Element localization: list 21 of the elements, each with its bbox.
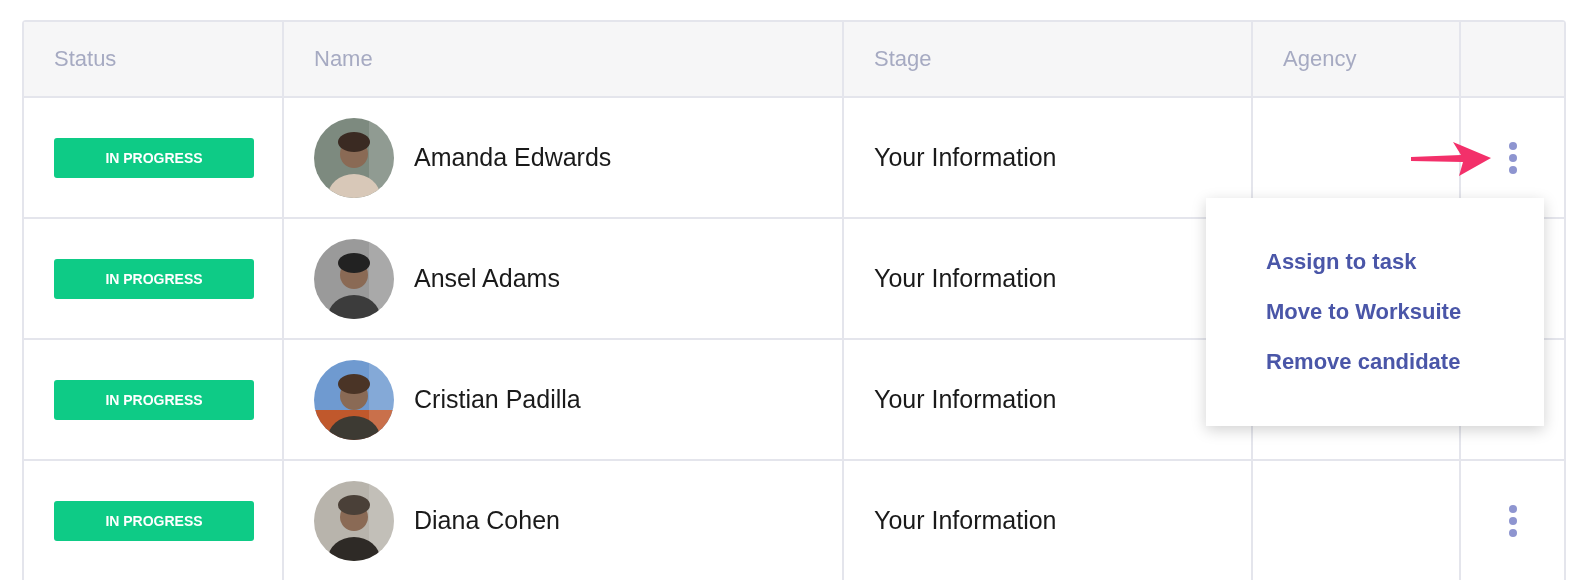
menu-item[interactable]: Assign to task xyxy=(1266,249,1544,275)
column-header: Name xyxy=(314,46,373,72)
status-badge: IN PROGRESS xyxy=(54,379,254,420)
candidate-name: Diana Cohen xyxy=(414,506,560,535)
more-options-icon[interactable] xyxy=(1507,503,1518,538)
status-badge: IN PROGRESS xyxy=(54,137,254,178)
stage-text: Your Information xyxy=(874,143,1057,172)
menu-item[interactable]: Move to Worksuite xyxy=(1266,299,1544,325)
column-header: Stage xyxy=(874,46,932,72)
status-badge: IN PROGRESS xyxy=(54,500,254,541)
column-header: Agency xyxy=(1283,46,1357,72)
stage-text: Your Information xyxy=(874,385,1057,414)
menu-item[interactable]: Remove candidate xyxy=(1266,349,1544,375)
more-options-icon[interactable] xyxy=(1507,140,1518,175)
candidate-name: Cristian Padilla xyxy=(414,385,581,414)
status-badge: IN PROGRESS xyxy=(54,258,254,299)
candidate-name: Ansel Adams xyxy=(414,264,560,293)
candidate-name: Amanda Edwards xyxy=(414,143,612,172)
column-header: Status xyxy=(54,46,117,72)
stage-text: Your Information xyxy=(874,264,1057,293)
stage-text: Your Information xyxy=(874,506,1057,535)
